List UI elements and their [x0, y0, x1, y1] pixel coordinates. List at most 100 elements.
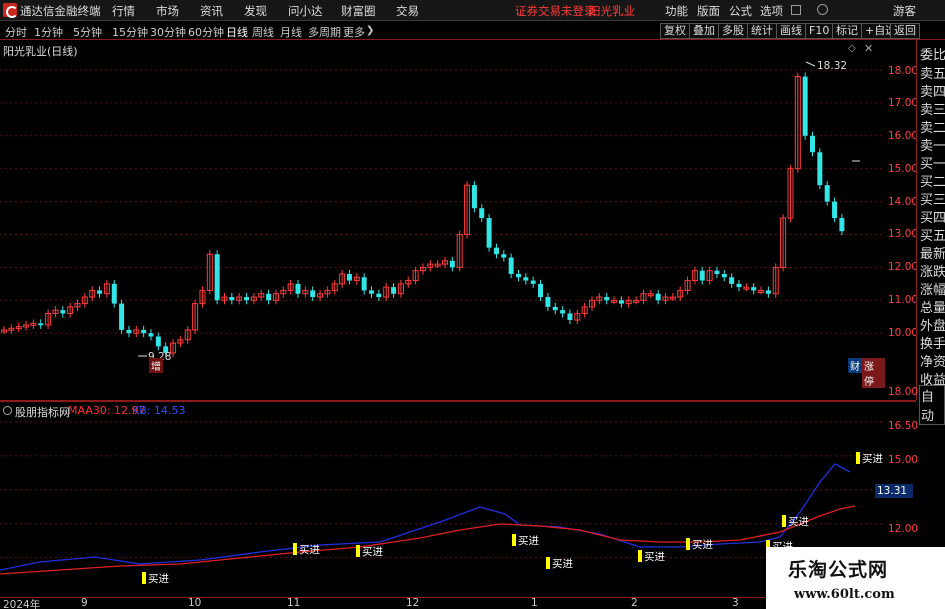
candle-body: [802, 76, 808, 136]
side-item[interactable]: 总量: [920, 297, 945, 316]
menu-hangqing[interactable]: 行情: [112, 3, 135, 19]
side-item[interactable]: 卖五: [920, 63, 945, 82]
indicator-svg[interactable]: 买进买进买进买进买进买进买进买进买进买进: [0, 402, 885, 598]
kline-svg[interactable]: 18.329.28: [0, 40, 885, 400]
caijing-tag[interactable]: 财: [848, 358, 862, 373]
tab-monthly[interactable]: 月线: [280, 24, 302, 40]
biaoji-button[interactable]: 标记: [832, 23, 862, 39]
zeng-tag[interactable]: 增: [149, 358, 163, 373]
buy-label: 买进: [692, 539, 713, 551]
candle-body: [486, 218, 492, 248]
candle-body: [810, 135, 815, 153]
ind-y-tick: 12.00: [888, 523, 919, 535]
duogu-button[interactable]: 多股: [718, 23, 748, 39]
f10-button[interactable]: F10: [805, 23, 834, 39]
side-item[interactable]: 外盘: [920, 315, 945, 334]
tab-more[interactable]: 更多: [343, 24, 365, 40]
menu-shichang[interactable]: 市场: [156, 3, 179, 19]
menu-caifuquan[interactable]: 财富圈: [341, 3, 376, 19]
side-item[interactable]: 净资: [920, 351, 945, 370]
buy-bar: [546, 557, 550, 569]
huaxian-button[interactable]: 画线: [776, 23, 806, 39]
high-price-label: 18.32: [817, 60, 847, 72]
y-tick: 14.00: [888, 196, 919, 208]
tab-weekly[interactable]: 周线: [252, 24, 274, 40]
menu-zixun[interactable]: 资讯: [200, 3, 223, 19]
candle-body: [736, 283, 742, 288]
menu-jiaoyi[interactable]: 交易: [396, 3, 419, 19]
tongji-button[interactable]: 统计: [747, 23, 777, 39]
side-item[interactable]: 卖一: [920, 135, 945, 154]
close-chart-icon[interactable]: ✕: [864, 42, 873, 55]
tab-60min[interactable]: 60分钟: [188, 24, 224, 40]
ind-y-tick: 16.50: [888, 420, 919, 432]
chart-title: 阳光乳业(日线): [3, 45, 78, 58]
user-label[interactable]: 游客: [893, 3, 916, 19]
y-tick: 18.00: [888, 65, 919, 77]
candle-body: [765, 290, 771, 294]
current-value-badge: 13.31: [875, 484, 913, 498]
login-notice[interactable]: 证券交易未登录: [515, 3, 596, 19]
tab-daily[interactable]: 日线: [226, 24, 248, 40]
indicator-name: 股朋指标网: [15, 406, 70, 419]
candle-body: [729, 277, 735, 284]
x-tick: 11: [287, 597, 301, 609]
tab-5min[interactable]: 5分钟: [73, 24, 102, 40]
side-item[interactable]: 最新: [920, 243, 945, 262]
indicator-chart[interactable]: 买进买进买进买进买进买进买进买进买进买进 股朋指标网 MAA30: 12.97 …: [0, 402, 885, 598]
side-item[interactable]: 卖三: [920, 99, 945, 118]
menu-wenxiaoda[interactable]: 问小达: [288, 3, 323, 19]
watermark: 乐淘公式网 www.60lt.com: [766, 547, 945, 609]
minimize-icon[interactable]: [791, 5, 801, 15]
side-item[interactable]: 买三: [920, 189, 945, 208]
candle-body: [111, 283, 117, 304]
menu-gongneng[interactable]: 功能: [665, 3, 688, 19]
side-item[interactable]: 换手: [920, 333, 945, 352]
side-item[interactable]: 买一: [920, 153, 945, 172]
diejia-button[interactable]: 叠加: [689, 23, 719, 39]
side-item[interactable]: 买五: [920, 225, 945, 244]
zhangting-tag[interactable]: 涨停: [862, 358, 885, 388]
back-button[interactable]: 返回: [890, 23, 920, 39]
menu-faxian[interactable]: 发现: [244, 3, 267, 19]
maa30-line: [0, 505, 856, 575]
buy-bar: [686, 538, 690, 550]
side-item[interactable]: 委比: [920, 44, 945, 63]
ind-y-tick: 18.00: [888, 386, 919, 398]
user-icon[interactable]: [817, 4, 828, 15]
tab-multi[interactable]: 多周期: [308, 24, 341, 40]
candle-body: [229, 297, 235, 301]
side-item[interactable]: 涨跌: [920, 261, 945, 280]
side-item[interactable]: 卖四: [920, 81, 945, 100]
kb-label: KB: 14.53: [132, 404, 186, 417]
side-item[interactable]: 卖二: [920, 117, 945, 136]
candle-body: [493, 247, 499, 255]
tab-fenshi[interactable]: 分时: [5, 24, 27, 40]
candle-body: [266, 293, 272, 301]
candle-body: [126, 329, 132, 334]
quote-side-panel: 委比 卖五 卖四 卖三 卖二 卖一 买一 买二 买三 买四 买五 最新 涨跌 涨…: [916, 40, 945, 400]
indicator-circle-icon[interactable]: [3, 406, 12, 415]
candle-body: [361, 277, 367, 291]
tab-1min[interactable]: 1分钟: [34, 24, 63, 40]
auto-button[interactable]: 自动: [919, 385, 945, 425]
candle-body: [552, 306, 558, 311]
menu-gongshi[interactable]: 公式: [729, 3, 752, 19]
tab-15min[interactable]: 15分钟: [112, 24, 148, 40]
side-item[interactable]: 涨幅: [920, 279, 945, 298]
kb-line: [0, 463, 851, 571]
candle-body: [567, 313, 573, 321]
buy-bar: [293, 543, 297, 555]
menu-banmian[interactable]: 版面: [697, 3, 720, 19]
settings-diamond-icon[interactable]: ◇: [848, 43, 856, 54]
chevron-right-icon[interactable]: ❯: [366, 25, 374, 36]
candle-body: [714, 270, 720, 274]
kline-chart[interactable]: 18.32 9.28 阳光乳业(日线) ◇ ✕ 增 财 涨停: [0, 40, 885, 400]
menu-xuanxiang[interactable]: 选项: [760, 3, 783, 19]
side-item[interactable]: 买四: [920, 207, 945, 226]
tab-30min[interactable]: 30分钟: [150, 24, 186, 40]
buy-label: 买进: [148, 573, 169, 585]
candle-body: [501, 254, 507, 258]
side-item[interactable]: 买二: [920, 171, 945, 190]
fuquan-button[interactable]: 复权: [660, 23, 690, 39]
